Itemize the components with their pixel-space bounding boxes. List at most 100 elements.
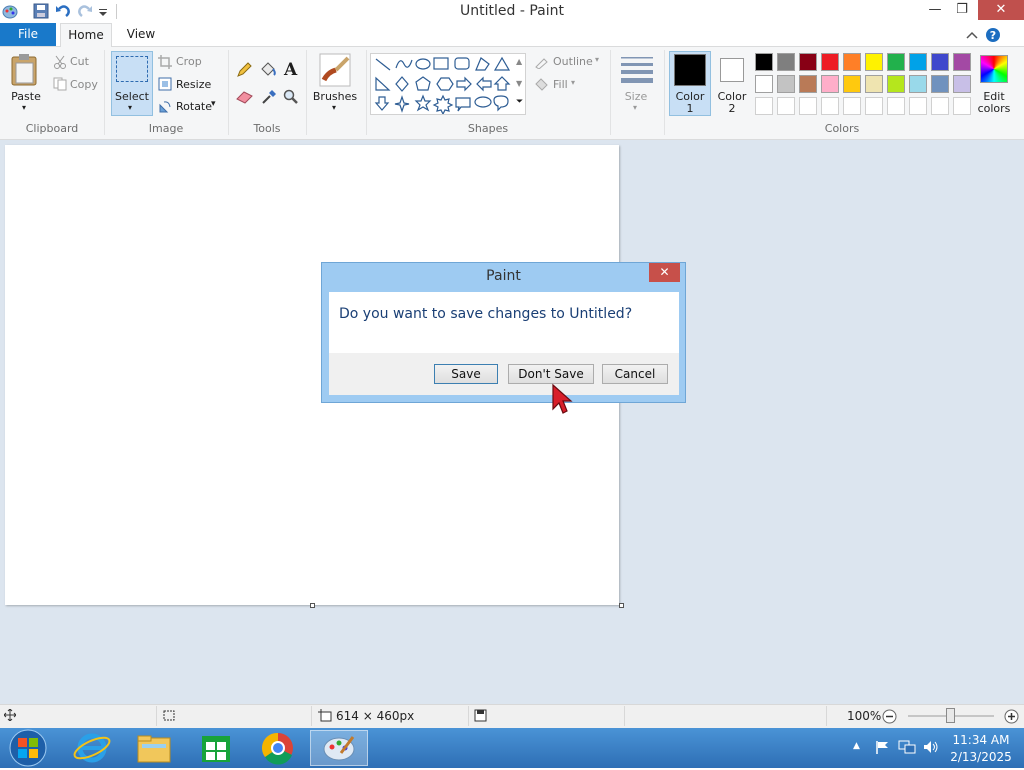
- palette-color-swatch[interactable]: [865, 75, 883, 93]
- paste-button[interactable]: Paste: [6, 90, 46, 103]
- resize-button[interactable]: Resize: [176, 78, 211, 91]
- palette-custom-slot[interactable]: [931, 97, 949, 115]
- size-icon[interactable]: [620, 56, 654, 87]
- paint-taskbar-icon[interactable]: [310, 730, 368, 766]
- brushes-dropdown-arrow[interactable]: ▾: [332, 103, 336, 112]
- outline-button[interactable]: Outline: [553, 55, 593, 68]
- magnifier-icon[interactable]: [283, 89, 299, 108]
- edit-colors-icon[interactable]: [980, 55, 1008, 83]
- palette-color-swatch[interactable]: [909, 53, 927, 71]
- collapse-ribbon-icon[interactable]: [966, 30, 978, 43]
- palette-color-swatch[interactable]: [755, 53, 773, 71]
- palette-custom-slot[interactable]: [755, 97, 773, 115]
- show-hidden-icons-icon[interactable]: ▲: [853, 741, 860, 751]
- tab-home[interactable]: Home: [60, 23, 112, 48]
- restore-button[interactable]: ❐: [947, 0, 977, 20]
- palette-color-swatch[interactable]: [821, 53, 839, 71]
- color-picker-icon[interactable]: [261, 89, 277, 108]
- palette-custom-slot[interactable]: [843, 97, 861, 115]
- text-tool-icon[interactable]: A: [284, 60, 297, 80]
- palette-custom-slot[interactable]: [799, 97, 817, 115]
- palette-color-swatch[interactable]: [953, 75, 971, 93]
- paste-dropdown-arrow[interactable]: ▾: [22, 103, 26, 112]
- palette-color-swatch[interactable]: [755, 75, 773, 93]
- palette-color-swatch[interactable]: [821, 75, 839, 93]
- chrome-icon[interactable]: [256, 730, 300, 766]
- pencil-icon[interactable]: [236, 62, 252, 81]
- palette-custom-slot[interactable]: [953, 97, 971, 115]
- palette-color-swatch[interactable]: [843, 75, 861, 93]
- rotate-button[interactable]: Rotate: [176, 100, 212, 113]
- store-icon[interactable]: [194, 730, 238, 766]
- network-icon[interactable]: [898, 739, 916, 758]
- brushes-icon[interactable]: [318, 52, 352, 91]
- cut-icon[interactable]: [53, 55, 67, 72]
- palette-color-swatch[interactable]: [843, 53, 861, 71]
- crop-icon[interactable]: [158, 55, 172, 72]
- cancel-button[interactable]: Cancel: [602, 364, 668, 384]
- clock-date[interactable]: 2/13/2025: [948, 750, 1014, 764]
- fill-dropdown-arrow[interactable]: ▾: [571, 78, 575, 87]
- resize-icon[interactable]: [158, 77, 172, 94]
- save-button[interactable]: Save: [434, 364, 498, 384]
- shapes-scroll-down-icon[interactable]: ▼: [516, 79, 522, 88]
- palette-color-swatch[interactable]: [931, 75, 949, 93]
- zoom-slider-thumb[interactable]: [946, 708, 955, 723]
- palette-color-swatch[interactable]: [953, 53, 971, 71]
- outline-dropdown-arrow[interactable]: ▾: [595, 55, 599, 64]
- start-button-icon[interactable]: [6, 729, 50, 770]
- palette-custom-slot[interactable]: [821, 97, 839, 115]
- palette-color-swatch[interactable]: [887, 75, 905, 93]
- action-center-flag-icon[interactable]: [874, 739, 890, 758]
- copy-icon[interactable]: [53, 77, 67, 94]
- size-button[interactable]: Size: [614, 90, 658, 103]
- cut-button[interactable]: Cut: [70, 55, 89, 68]
- rotate-icon[interactable]: [158, 99, 172, 116]
- palette-color-swatch[interactable]: [931, 53, 949, 71]
- canvas-resize-handle-bottom[interactable]: [310, 603, 315, 608]
- tab-file[interactable]: File: [0, 23, 56, 46]
- fill-bucket-icon[interactable]: [259, 62, 277, 81]
- select-dropdown-arrow[interactable]: ▾: [128, 103, 132, 112]
- shapes-gallery[interactable]: [370, 53, 526, 116]
- close-button[interactable]: ✕: [978, 0, 1024, 20]
- fill-icon[interactable]: [534, 77, 550, 94]
- color2-swatch[interactable]: [720, 58, 744, 82]
- paste-icon[interactable]: [10, 53, 40, 90]
- crop-button[interactable]: Crop: [176, 55, 202, 68]
- palette-color-swatch[interactable]: [777, 75, 795, 93]
- minimize-button[interactable]: —: [920, 0, 950, 20]
- palette-custom-slot[interactable]: [887, 97, 905, 115]
- shapes-scroll-up-icon[interactable]: ▲: [516, 57, 522, 66]
- eraser-icon[interactable]: [236, 90, 254, 107]
- outline-icon[interactable]: [534, 55, 550, 72]
- rotate-dropdown-arrow[interactable]: ▾: [211, 99, 216, 109]
- palette-custom-slot[interactable]: [865, 97, 883, 115]
- internet-explorer-icon[interactable]: [70, 730, 114, 766]
- help-icon[interactable]: ?: [985, 27, 1001, 46]
- palette-color-swatch[interactable]: [887, 53, 905, 71]
- clock-time[interactable]: 11:34 AM: [948, 733, 1014, 747]
- zoom-in-icon[interactable]: [1004, 709, 1019, 727]
- zoom-out-icon[interactable]: [882, 709, 897, 727]
- copy-button[interactable]: Copy: [70, 78, 98, 91]
- tab-view[interactable]: View: [118, 23, 164, 46]
- volume-icon[interactable]: [922, 739, 940, 758]
- palette-custom-slot[interactable]: [909, 97, 927, 115]
- file-explorer-icon[interactable]: [132, 730, 176, 766]
- canvas-resize-handle-corner[interactable]: [619, 603, 624, 608]
- dont-save-button[interactable]: Don't Save: [508, 364, 594, 384]
- color2-label-line2[interactable]: 2: [711, 102, 753, 115]
- palette-color-swatch[interactable]: [865, 53, 883, 71]
- dialog-close-button[interactable]: ✕: [649, 263, 680, 282]
- palette-color-swatch[interactable]: [799, 53, 817, 71]
- fill-button[interactable]: Fill: [553, 78, 568, 91]
- brushes-button[interactable]: Brushes: [311, 90, 359, 103]
- shapes-expand-icon[interactable]: ⏷: [516, 97, 523, 107]
- palette-color-swatch[interactable]: [777, 53, 795, 71]
- edit-colors-label-line2[interactable]: colors: [972, 102, 1016, 115]
- palette-color-swatch[interactable]: [909, 75, 927, 93]
- palette-color-swatch[interactable]: [799, 75, 817, 93]
- palette-custom-slot[interactable]: [777, 97, 795, 115]
- size-dropdown-arrow[interactable]: ▾: [633, 103, 637, 112]
